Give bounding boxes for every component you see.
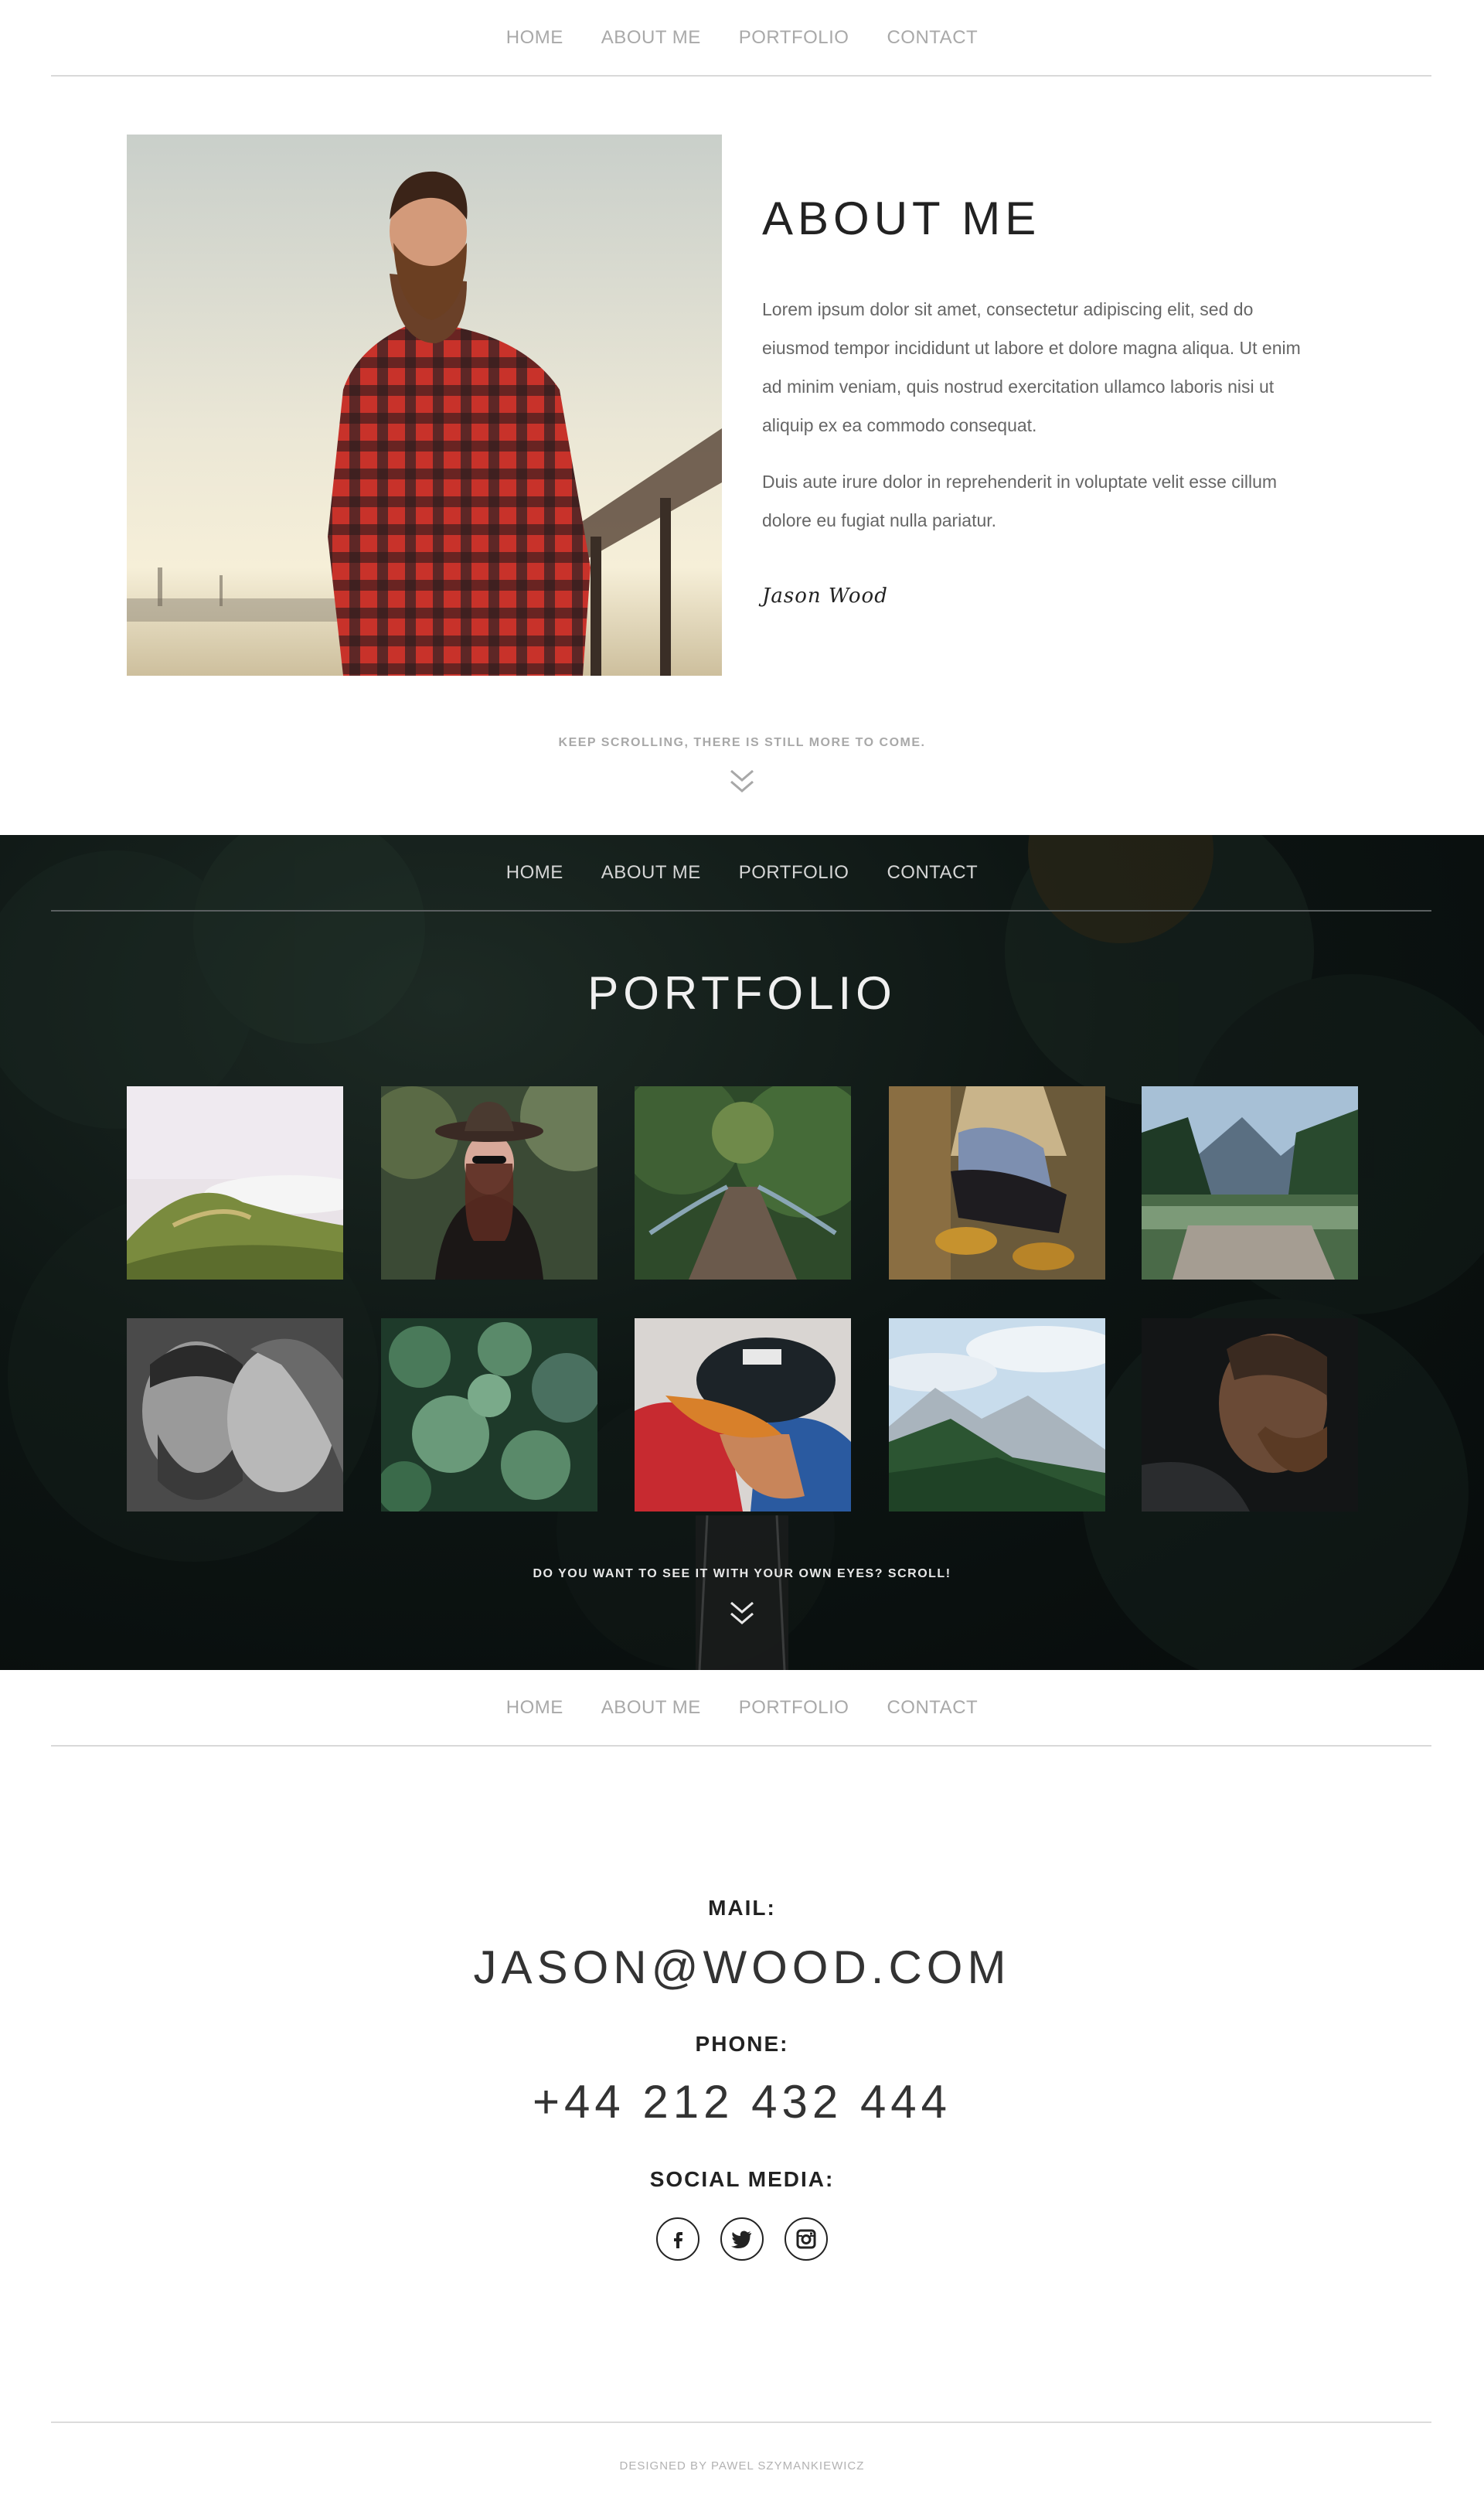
nav-home[interactable]: HOME <box>506 862 563 884</box>
scroll-hint: DO YOU WANT TO SEE IT WITH YOUR OWN EYES… <box>533 1567 951 1580</box>
portfolio-nav: HOME ABOUT ME PORTFOLIO CONTACT <box>0 835 1484 912</box>
thumbnail-succulent-plants[interactable] <box>381 1318 597 1512</box>
nav-portfolio[interactable]: PORTFOLIO <box>739 27 849 49</box>
mail-value[interactable]: JASON@WOOD.COM <box>0 1941 1484 1994</box>
nav-portfolio[interactable]: PORTFOLIO <box>739 862 849 884</box>
nav-about-me[interactable]: ABOUT ME <box>601 1697 701 1719</box>
thumbnail-forested-mountains[interactable] <box>889 1318 1105 1512</box>
about-section: HOME ABOUT ME PORTFOLIO CONTACT ABOUT ME… <box>0 0 1484 835</box>
thumbnail-man-in-cap[interactable] <box>635 1318 851 1512</box>
nav-home[interactable]: HOME <box>506 27 563 49</box>
nav-contact[interactable]: CONTACT <box>887 27 978 49</box>
phone-value[interactable]: +44 212 432 444 <box>0 2075 1484 2128</box>
nav-about-me[interactable]: ABOUT ME <box>601 862 701 884</box>
contact-nav: HOME ABOUT ME PORTFOLIO CONTACT <box>0 1670 1484 1747</box>
nav-contact[interactable]: CONTACT <box>887 1697 978 1719</box>
instagram-icon[interactable] <box>785 2217 828 2261</box>
contact-section: HOME ABOUT ME PORTFOLIO CONTACT MAIL: JA… <box>0 1670 1484 2505</box>
top-nav: HOME ABOUT ME PORTFOLIO CONTACT <box>0 0 1484 77</box>
mail-label: MAIL: <box>708 1896 776 1920</box>
thumbnail-mountain-lake-pier[interactable] <box>1142 1086 1358 1280</box>
chevron-down-icon[interactable] <box>727 1600 757 1629</box>
about-paragraph-1: Lorem ipsum dolor sit amet, consectetur … <box>762 299 1301 435</box>
chevron-down-icon[interactable] <box>727 768 757 797</box>
thumbnail-forest-bridge[interactable] <box>635 1086 851 1280</box>
about-paragraph-2: Duis aute irure dolor in reprehenderit i… <box>762 472 1278 530</box>
social-media-label: SOCIAL MEDIA: <box>649 2167 835 2191</box>
nav-contact[interactable]: CONTACT <box>887 862 978 884</box>
phone-label: PHONE: <box>695 2032 789 2056</box>
facebook-icon[interactable] <box>656 2217 699 2261</box>
footer-divider <box>51 2422 1431 2423</box>
scroll-hint: KEEP SCROLLING, THERE IS STILL MORE TO C… <box>558 736 926 749</box>
portfolio-section: HOME ABOUT ME PORTFOLIO CONTACT PORTFOLI… <box>0 835 1484 1670</box>
nav-divider <box>51 75 1431 77</box>
about-title: ABOUT ME <box>762 193 1041 244</box>
signature: Jason Wood <box>762 584 888 608</box>
thumbnail-bearded-man-profile[interactable] <box>1142 1318 1358 1512</box>
portfolio-title: PORTFOLIO <box>587 967 897 1019</box>
social-links <box>0 2217 1484 2261</box>
twitter-icon[interactable] <box>720 2217 764 2261</box>
nav-home[interactable]: HOME <box>506 1697 563 1719</box>
nav-divider <box>51 910 1431 912</box>
thumbnail-hills-in-fog[interactable] <box>127 1086 343 1280</box>
thumbnail-woman-in-hat[interactable] <box>381 1086 597 1280</box>
thumbnail-seated-hiker-boots[interactable] <box>889 1086 1105 1280</box>
profile-photo <box>127 135 722 676</box>
thumbnail-couple-black-white[interactable] <box>127 1318 343 1512</box>
nav-about-me[interactable]: ABOUT ME <box>601 27 701 49</box>
footer-credit: DESIGNED BY PAWEL SZYMANKIEWICZ <box>619 2459 865 2473</box>
nav-divider <box>51 1745 1431 1747</box>
nav-portfolio[interactable]: PORTFOLIO <box>739 1697 849 1719</box>
